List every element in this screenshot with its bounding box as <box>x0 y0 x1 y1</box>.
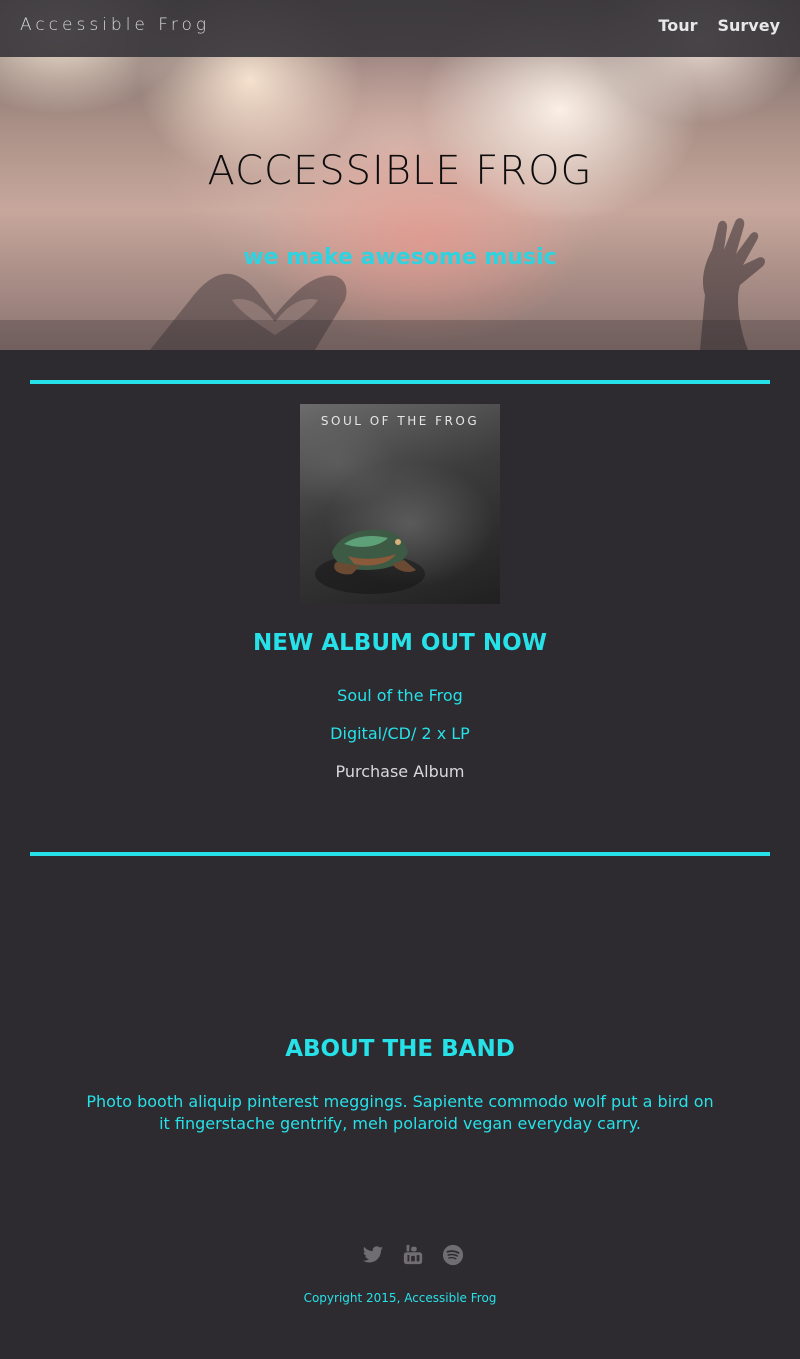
copyright-text: Copyright 2015, Accessible Frog <box>303 1291 497 1305</box>
nav-links: Tour Survey <box>658 16 780 35</box>
about-heading: ABOUT THE BAND <box>285 1036 515 1062</box>
hero-title: ACCESSIBLE FROG <box>207 148 593 194</box>
brand-link[interactable]: Accessible Frog <box>20 15 210 35</box>
purchase-album-link[interactable]: Purchase Album <box>0 762 800 781</box>
section-divider <box>30 380 770 384</box>
twitter-icon[interactable] <box>362 1244 384 1266</box>
hero-tagline: we make awesome music <box>243 245 557 270</box>
youtube-icon[interactable] <box>402 1244 424 1266</box>
section-divider <box>30 852 770 856</box>
album-formats: Digital/CD/ 2 x LP <box>330 724 470 743</box>
top-navbar: Accessible Frog Tour Survey <box>0 0 800 57</box>
nav-link-survey[interactable]: Survey <box>717 16 780 35</box>
album-cover-image: SOUL OF THE FROG <box>300 404 500 604</box>
social-links <box>362 1244 464 1266</box>
about-text: Photo booth aliquip pinterest meggings. … <box>86 1092 714 1133</box>
album-name: Soul of the Frog <box>337 686 463 705</box>
frog-image <box>315 529 425 594</box>
album-heading: NEW ALBUM OUT NOW <box>253 630 547 656</box>
nav-link-tour[interactable]: Tour <box>658 16 697 35</box>
spotify-icon[interactable] <box>442 1244 464 1266</box>
